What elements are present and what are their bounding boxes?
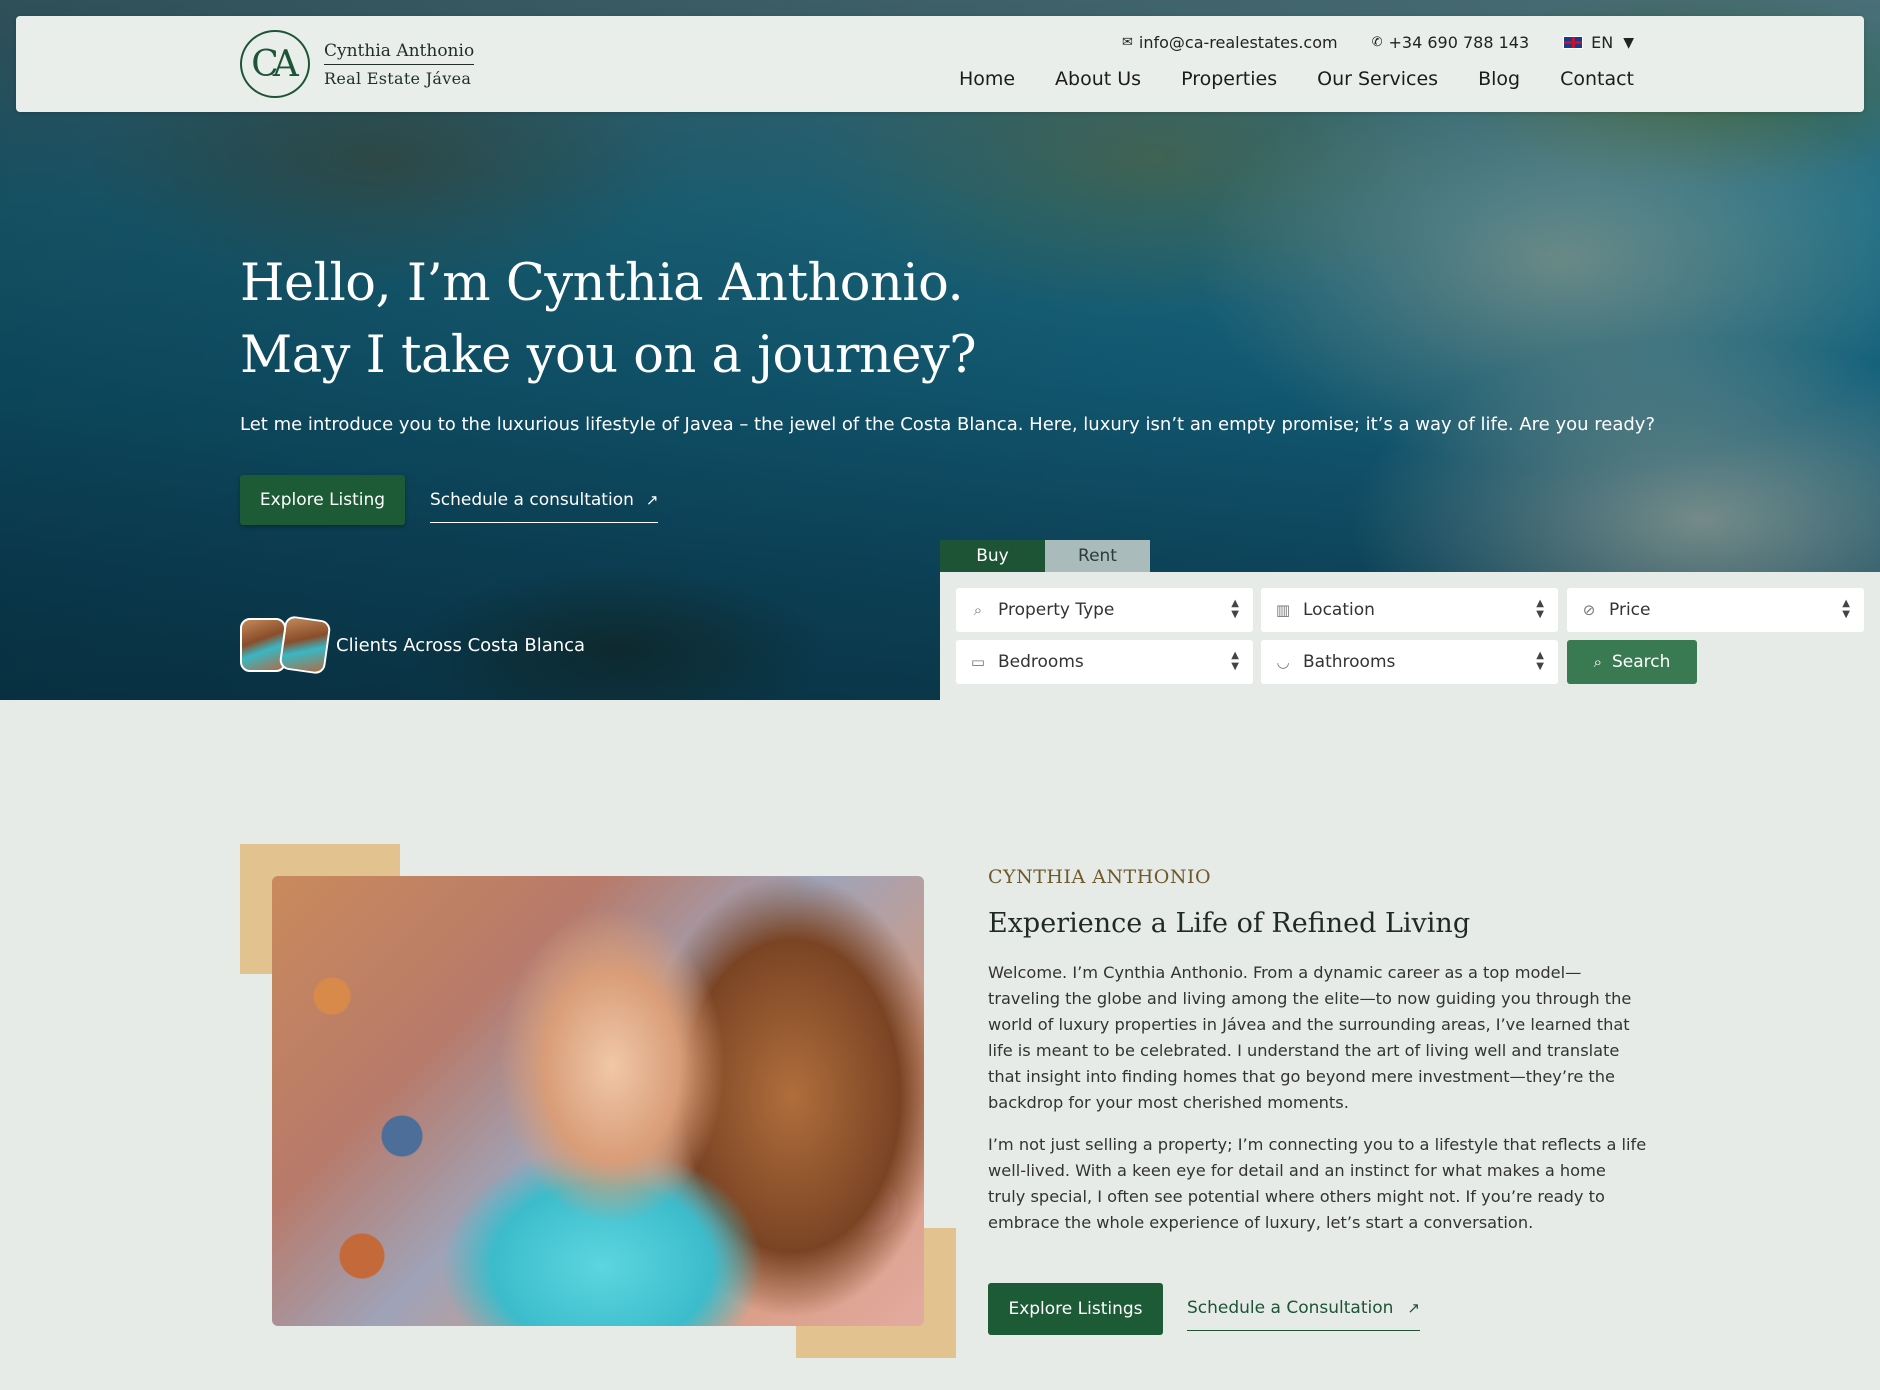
clients-badge: Clients Across Costa Blanca — [240, 615, 586, 675]
tab-rent[interactable]: Rent — [1045, 540, 1150, 572]
email-text: info@ca-realestates.com — [1138, 33, 1338, 52]
client-avatar — [240, 618, 286, 672]
explore-listings-button[interactable]: Explore Listings — [988, 1283, 1163, 1335]
tag-icon: ⊘ — [1582, 601, 1596, 619]
main-nav: Home About Us Properties Our Services Bl… — [919, 68, 1634, 90]
envelope-icon: ✉ — [1122, 35, 1133, 50]
logo-wordmark: Cynthia Anthonio Real Estate Jávea — [324, 41, 475, 88]
logo-tagline: Real Estate Jávea — [324, 68, 472, 88]
about-paragraph-2: I’m not just selling a property; I’m con… — [988, 1135, 1647, 1232]
about-paragraph-1: Welcome. I’m Cynthia Anthonio. From a dy… — [988, 963, 1632, 1112]
search-icon: ⌕ — [1593, 653, 1602, 671]
nav-properties[interactable]: Properties — [1181, 68, 1277, 90]
property-type-select[interactable]: ⌕ Property Type ▲ ▼ — [956, 588, 1253, 632]
client-avatar — [278, 615, 332, 675]
building-icon: ▥ — [1275, 601, 1291, 619]
about-eyebrow: CYNTHIA ANTHONIO — [988, 866, 1212, 888]
search-button-label: Search — [1612, 652, 1671, 672]
arrow-up-right-icon: ↗ — [1407, 1299, 1420, 1317]
bed-icon: ▭ — [970, 653, 986, 671]
email-link[interactable]: ✉ info@ca-realestates.com — [1122, 33, 1338, 52]
sort-arrows-icon: ▲ ▼ — [1231, 650, 1239, 672]
phone-link[interactable]: ✆ +34 690 788 143 — [1372, 33, 1530, 52]
arrow-up-right-icon: ↗ — [645, 491, 659, 509]
price-select[interactable]: ⊘ Price ▲ ▼ — [1567, 588, 1864, 632]
clients-label: Clients Across Costa Blanca — [336, 634, 586, 656]
hero-title-line1: Hello, I’m Cynthia Anthonio. — [240, 254, 964, 313]
nav-about-us[interactable]: About Us — [1055, 68, 1141, 90]
property-type-label: Property Type — [998, 600, 1115, 620]
search-tabs: Buy Rent — [940, 540, 1150, 572]
tab-buy[interactable]: Buy — [940, 540, 1045, 572]
price-label: Price — [1609, 600, 1651, 620]
bedrooms-select[interactable]: ▭ Bedrooms ▲ ▼ — [956, 640, 1253, 684]
location-select[interactable]: ▥ Location ▲ ▼ — [1261, 588, 1558, 632]
bathrooms-select[interactable]: ◡ Bathrooms ▲ ▼ — [1261, 640, 1558, 684]
bathtub-icon: ◡ — [1276, 653, 1290, 671]
site-logo[interactable]: CA Cynthia Anthonio Real Estate Jávea — [240, 30, 475, 98]
about-title: Experience a Life of Refined Living — [988, 908, 1471, 939]
nav-our-services[interactable]: Our Services — [1317, 68, 1438, 90]
bathrooms-label: Bathrooms — [1303, 652, 1396, 672]
bedrooms-label: Bedrooms — [998, 652, 1084, 672]
schedule-consultation-link[interactable]: Schedule a consultation ↗ — [430, 490, 659, 523]
sort-arrows-icon: ▲ ▼ — [1536, 650, 1544, 672]
sort-arrows-icon: ▲ ▼ — [1842, 598, 1850, 620]
sort-arrows-icon: ▲ ▼ — [1231, 598, 1239, 620]
site-header: CA Cynthia Anthonio Real Estate Jávea ✉ … — [16, 16, 1864, 112]
nav-home[interactable]: Home — [959, 68, 1015, 90]
language-selector[interactable]: EN ▼ — [1563, 33, 1634, 52]
schedule-consultation-about-label: Schedule a Consultation — [1187, 1298, 1394, 1318]
explore-listing-button[interactable]: Explore Listing — [240, 475, 405, 525]
phone-icon: ✆ — [1371, 35, 1383, 50]
logo-name: Cynthia Anthonio — [324, 41, 475, 65]
nav-blog[interactable]: Blog — [1478, 68, 1520, 90]
location-label: Location — [1303, 600, 1375, 620]
search-button[interactable]: ⌕ Search — [1567, 640, 1697, 684]
contact-bar: ✉ info@ca-realestates.com ✆ +34 690 788 … — [1088, 33, 1634, 52]
uk-flag-icon — [1563, 36, 1584, 49]
schedule-consultation-link-about[interactable]: Schedule a Consultation ↗ — [1187, 1298, 1420, 1331]
logo-monogram: CA — [240, 30, 310, 98]
schedule-consultation-label: Schedule a consultation — [430, 490, 634, 510]
caret-down-icon: ▼ — [1623, 34, 1634, 51]
language-label: EN — [1591, 33, 1614, 52]
magnifier-icon: ⌕ — [973, 601, 983, 619]
hero-subtitle: Let me introduce you to the luxurious li… — [240, 414, 1656, 435]
sort-arrows-icon: ▲ ▼ — [1536, 598, 1544, 620]
phone-text: +34 690 788 143 — [1388, 33, 1530, 52]
hero-title: Hello, I’m Cynthia Anthonio. May I take … — [240, 248, 977, 392]
portrait-photo — [272, 876, 924, 1326]
nav-contact[interactable]: Contact — [1560, 68, 1634, 90]
hero-title-line2: May I take you on a journey? — [240, 326, 977, 385]
property-search-panel: ⌕ Property Type ▲ ▼ ▥ Location ▲ ▼ ⊘ Price… — [940, 572, 1880, 700]
